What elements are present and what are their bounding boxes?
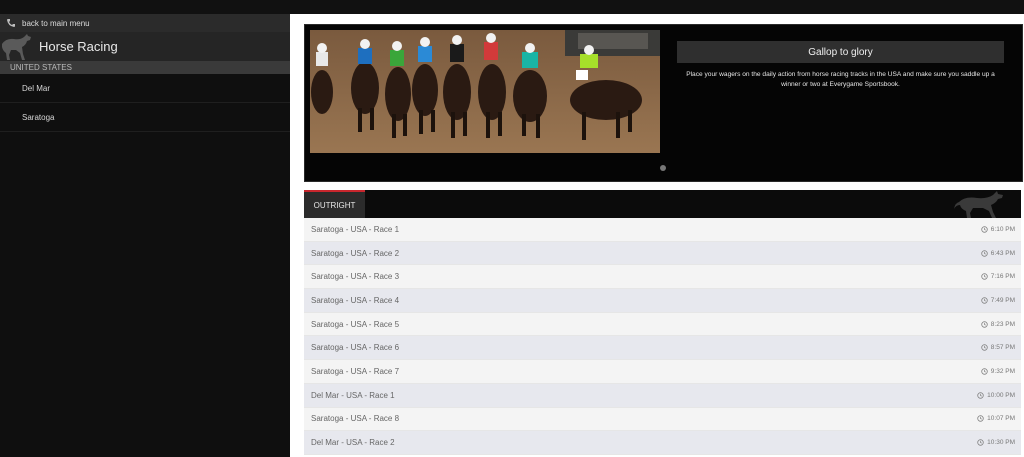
top-bar <box>0 0 1024 14</box>
clock-icon <box>981 344 988 352</box>
horse-icon <box>0 32 34 66</box>
race-time: 8:57 PM <box>981 344 1015 351</box>
phone-back-icon <box>6 18 16 28</box>
race-time-label: 10:30 PM <box>987 439 1015 447</box>
gallop-to-glory-button[interactable]: Gallop to glory <box>677 41 1004 63</box>
race-row[interactable]: Saratoga - USA - Race 5 8:23 PM <box>304 312 1021 337</box>
clock-icon <box>981 226 988 233</box>
clock-icon <box>981 320 988 328</box>
race-name: Saratoga - USA - Race 8 <box>311 414 400 424</box>
sidebar-item-saratoga[interactable]: Saratoga <box>0 103 290 132</box>
main-content: Gallop to glory Place your wagers on the… <box>290 14 1024 457</box>
race-time-label: 7:16 PM <box>990 273 1015 281</box>
race-time-label: 6:43 PM <box>990 249 1015 257</box>
race-row[interactable]: Del Mar - USA - Race 1 10:00 PM <box>304 383 1021 408</box>
race-name: Saratoga - USA - Race 1 <box>311 224 400 234</box>
carousel-dot[interactable] <box>660 165 666 171</box>
sport-header: Horse Racing <box>0 32 290 61</box>
horse-icon <box>953 190 1013 223</box>
race-list: Saratoga - USA - Race 1 6:10 PM Saratoga -… <box>304 218 1021 455</box>
race-time: 7:49 PM <box>981 297 1015 304</box>
race-time-label: 6:10 PM <box>990 225 1015 233</box>
tab-bar: OUTRIGHT <box>304 190 1021 218</box>
back-to-main-menu-link[interactable]: back to main menu <box>0 14 290 32</box>
race-time-label: 8:57 PM <box>990 344 1015 352</box>
clock-icon <box>981 368 988 375</box>
tab-outright[interactable]: OUTRIGHT <box>304 190 365 218</box>
section-header: UNITED STATES <box>0 61 290 74</box>
race-time: 7:16 PM <box>981 273 1015 280</box>
race-row[interactable]: Saratoga - USA - Race 1 6:10 PM <box>304 218 1021 242</box>
back-label: back to main menu <box>22 18 90 28</box>
race-time: 6:10 PM <box>981 226 1015 233</box>
race-row[interactable]: Saratoga - USA - Race 3 7:16 PM <box>304 265 1021 290</box>
race-row[interactable]: Del Mar - USA - Race 2 10:30 PM <box>304 431 1021 455</box>
race-time-label: 10:00 PM <box>987 391 1015 399</box>
clock-icon <box>981 249 988 257</box>
race-row[interactable]: Saratoga - USA - Race 2 6:43 PM <box>304 241 1021 266</box>
race-row[interactable]: Saratoga - USA - Race 8 10:07 PM <box>304 407 1021 432</box>
promo-banner: Gallop to glory Place your wagers on the… <box>304 24 1023 182</box>
race-time-label: 10:07 PM <box>987 415 1015 423</box>
race-time-label: 9:32 PM <box>990 367 1015 375</box>
race-name: Del Mar - USA - Race 1 <box>311 390 395 400</box>
race-time: 10:30 PM <box>977 439 1015 446</box>
race-time: 10:07 PM <box>977 415 1015 422</box>
sidebar-item-del-mar[interactable]: Del Mar <box>0 74 290 103</box>
race-name: Saratoga - USA - Race 6 <box>311 343 400 353</box>
markets-panel: OUTRIGHT Saratoga - USA - Race 1 6:10 PM S… <box>304 190 1021 457</box>
race-time-label: 8:23 PM <box>990 320 1015 328</box>
race-name: Saratoga - USA - Race 2 <box>311 248 400 258</box>
sidebar-item-label: Saratoga <box>22 112 55 122</box>
race-name: Saratoga - USA - Race 5 <box>311 319 400 329</box>
race-row[interactable]: Saratoga - USA - Race 6 8:57 PM <box>304 336 1021 361</box>
banner-description: Place your wagers on the daily action fr… <box>686 71 995 88</box>
race-time-label: 7:49 PM <box>990 296 1015 304</box>
sidebar: back to main menu Horse Racing UNITED ST… <box>0 14 290 457</box>
sidebar-item-label: Del Mar <box>22 83 51 93</box>
page-title: Horse Racing <box>39 39 118 54</box>
horse-racing-photo <box>310 30 660 153</box>
race-time: 6:43 PM <box>981 250 1015 257</box>
race-time: 8:23 PM <box>981 321 1015 328</box>
race-name: Saratoga - USA - Race 3 <box>311 272 400 282</box>
race-time: 10:00 PM <box>977 392 1015 399</box>
clock-icon <box>977 415 984 423</box>
race-name: Del Mar - USA - Race 2 <box>311 438 395 448</box>
clock-icon <box>981 273 988 280</box>
race-time: 9:32 PM <box>981 368 1015 375</box>
race-name: Saratoga - USA - Race 7 <box>311 366 400 376</box>
clock-icon <box>977 391 984 399</box>
race-row[interactable]: Saratoga - USA - Race 7 9:32 PM <box>304 360 1021 384</box>
clock-icon <box>981 297 988 304</box>
race-name: Saratoga - USA - Race 4 <box>311 295 400 305</box>
clock-icon <box>977 439 984 446</box>
race-row[interactable]: Saratoga - USA - Race 4 7:49 PM <box>304 289 1021 313</box>
